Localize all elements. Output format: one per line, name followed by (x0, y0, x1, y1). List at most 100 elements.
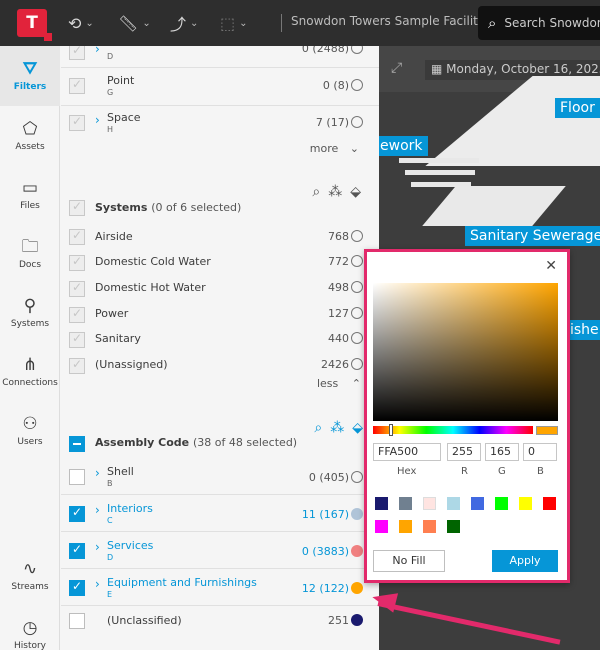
swatch-dark-green[interactable] (447, 520, 460, 533)
swatch-light-blue[interactable] (447, 497, 460, 510)
nav-item-filters[interactable]: ⛛ Filters (0, 46, 60, 106)
search-icon[interactable]: ⌕ (312, 184, 320, 200)
list-item[interactable]: › Interiors C 11 (167) (61, 499, 379, 525)
nav-item-streams[interactable]: ∿ Streams (0, 558, 60, 592)
section-tool-button[interactable]: ⤴ ⌄ (170, 12, 198, 34)
color-dot[interactable] (351, 614, 363, 626)
list-item[interactable]: Domestic Hot Water 498 (61, 278, 379, 304)
apply-button[interactable]: Apply (492, 550, 558, 572)
row-checkbox[interactable] (69, 77, 85, 94)
color-dot[interactable] (351, 281, 363, 293)
blue-input[interactable]: 0 (523, 443, 557, 461)
list-item[interactable]: Domestic Cold Water 772 (61, 252, 379, 278)
close-icon[interactable]: ✕ (545, 258, 557, 274)
list-item[interactable]: › Equipment and Furnishings E 12 (122) (61, 573, 379, 599)
chevron-right-icon[interactable]: › (95, 577, 100, 591)
row-checkbox[interactable] (69, 613, 85, 629)
app-logo[interactable]: T (17, 9, 52, 41)
red-input[interactable]: 255 (447, 443, 481, 461)
floor-tag[interactable]: Floor (555, 98, 600, 118)
color-dot[interactable] (351, 545, 363, 557)
less-toggle[interactable]: less ⌃ (317, 377, 361, 390)
swatch-green[interactable] (495, 497, 508, 510)
chevron-right-icon[interactable]: › (95, 46, 100, 56)
color-palette-icon[interactable]: ⁂ (328, 184, 342, 200)
assembly-select-all-checkbox[interactable] (69, 436, 85, 452)
list-item[interactable]: (Unclassified) 251 (61, 608, 379, 634)
list-item[interactable]: Power 127 (61, 304, 379, 330)
color-dot[interactable] (351, 116, 363, 128)
list-item[interactable]: › Shell B 0 (405) (61, 462, 379, 488)
color-palette-icon[interactable]: ⁂ (330, 420, 344, 436)
orbit-tool-button[interactable]: ⟲ ⌄ (68, 12, 94, 34)
facility-name[interactable]: Snowdon Towers Sample Facility (291, 14, 485, 28)
nav-item-docs[interactable]: 🗀︎ Docs (0, 236, 60, 270)
hue-slider[interactable] (373, 426, 533, 434)
search-icon[interactable]: ⌕ (314, 420, 322, 436)
color-dot[interactable] (351, 358, 363, 370)
chevron-right-icon[interactable]: › (95, 540, 100, 554)
swatch-slate[interactable] (399, 497, 412, 510)
row-checkbox[interactable] (69, 46, 85, 60)
nav-item-systems[interactable]: ⚲ Systems (0, 295, 60, 329)
hex-input[interactable]: FFA500 (373, 443, 441, 461)
swatch-pink[interactable] (423, 497, 436, 510)
swatch-royal-blue[interactable] (471, 497, 484, 510)
nav-item-assets[interactable]: ⬠ Assets (0, 118, 60, 152)
row-checkbox[interactable] (69, 114, 85, 131)
list-item[interactable]: › D 0 (2488) (61, 46, 379, 66)
list-item[interactable]: Sanitary 440 (61, 329, 379, 355)
fill-bucket-icon[interactable]: ⬙ (350, 184, 361, 200)
measure-tool-button[interactable]: 📏︎ ⌄ (118, 12, 151, 34)
framework-tag[interactable]: ework (379, 136, 428, 156)
finishes-tag[interactable]: ishe (565, 320, 600, 340)
color-dot[interactable] (351, 46, 363, 54)
nav-item-history[interactable]: ◷ History (0, 617, 60, 650)
green-input[interactable]: 165 (485, 443, 519, 461)
fill-bucket-icon[interactable]: ⬙ (352, 420, 363, 436)
row-checkbox[interactable] (69, 505, 85, 522)
systems-select-all-checkbox[interactable] (69, 199, 85, 216)
color-dot[interactable] (351, 230, 363, 242)
color-dot[interactable] (351, 307, 363, 319)
nav-item-connections[interactable]: ⋔ Connections (0, 354, 60, 388)
row-checkbox[interactable] (69, 254, 85, 271)
row-checkbox[interactable] (69, 469, 85, 485)
color-dot[interactable] (351, 471, 363, 483)
swatch-red[interactable] (543, 497, 556, 510)
swatch-coral[interactable] (423, 520, 436, 533)
sanitary-sewerage-tag[interactable]: Sanitary Sewerage (465, 226, 600, 246)
swatch-yellow[interactable] (519, 497, 532, 510)
list-item[interactable]: Airside 768 (61, 226, 379, 252)
row-checkbox[interactable] (69, 228, 85, 245)
swatch-magenta[interactable] (375, 520, 388, 533)
list-item[interactable]: › Space H 7 (17) (61, 109, 379, 135)
chevron-right-icon[interactable]: › (95, 503, 100, 517)
color-dot[interactable] (351, 508, 363, 520)
more-toggle[interactable]: more ⌄ (310, 142, 359, 155)
hue-slider-handle[interactable] (389, 424, 393, 436)
row-checkbox[interactable] (69, 542, 85, 559)
list-item[interactable]: Point G 0 (8) (61, 72, 379, 98)
row-checkbox[interactable] (69, 306, 85, 323)
color-dot[interactable] (351, 79, 363, 91)
row-checkbox[interactable] (69, 331, 85, 348)
color-dot[interactable] (351, 582, 363, 594)
no-fill-button[interactable]: No Fill (373, 550, 445, 572)
nav-item-users[interactable]: ⚇ Users (0, 413, 60, 447)
chevron-right-icon[interactable]: › (95, 466, 100, 480)
search-box[interactable]: ⌕ Search Snowdon (478, 6, 600, 40)
search-input[interactable]: Search Snowdon (504, 16, 600, 30)
color-dot[interactable] (351, 255, 363, 267)
row-checkbox[interactable] (69, 579, 85, 596)
nav-item-files[interactable]: ▭ Files (0, 177, 60, 211)
list-item[interactable]: › Services D 0 (3883) (61, 536, 379, 562)
chevron-right-icon[interactable]: › (95, 113, 100, 127)
saturation-field[interactable] (373, 283, 558, 421)
swatch-navy[interactable] (375, 497, 388, 510)
row-checkbox[interactable] (69, 280, 85, 297)
swatch-orange[interactable] (399, 520, 412, 533)
color-dot[interactable] (351, 332, 363, 344)
row-checkbox[interactable] (69, 357, 85, 374)
expand-icon[interactable]: ⤢ (391, 60, 402, 76)
